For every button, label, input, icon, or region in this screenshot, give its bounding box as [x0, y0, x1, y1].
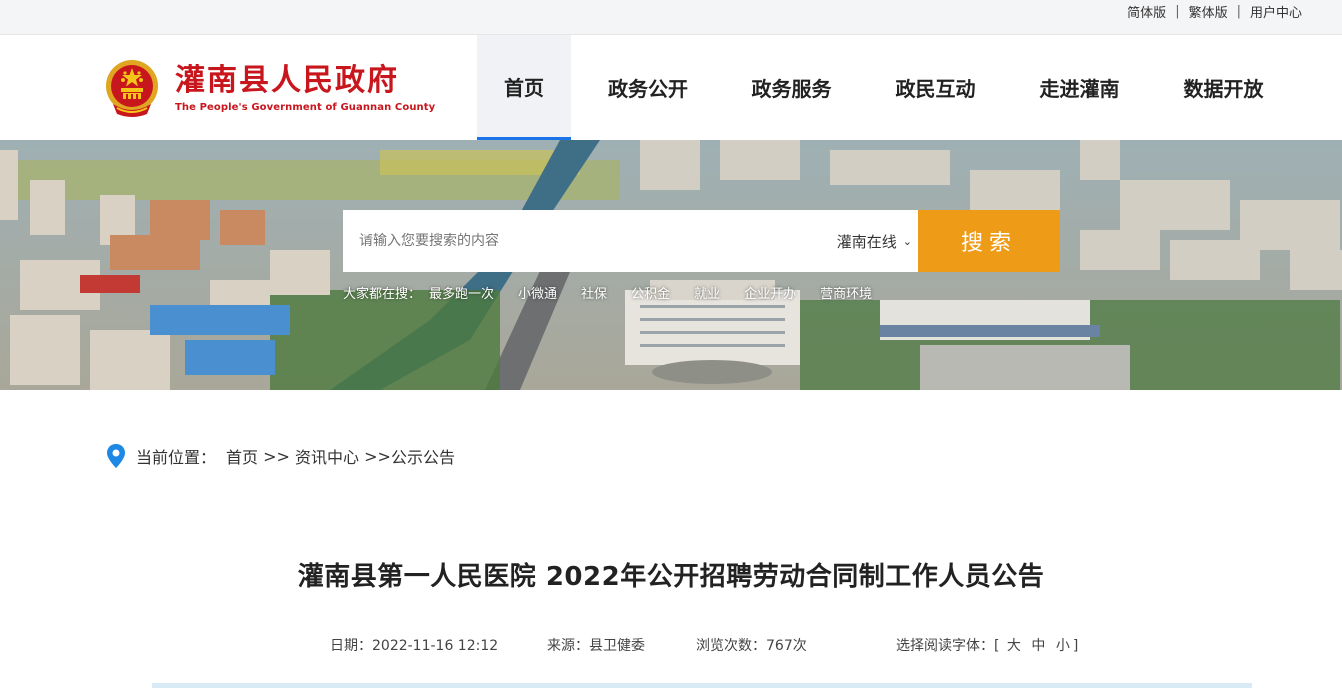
font-size-small[interactable]: 小	[1056, 638, 1070, 654]
divider: |	[1175, 4, 1180, 19]
logo-text: 灌南县人民政府 The People's Government of Guann…	[175, 62, 436, 113]
search-icon	[344, 211, 369, 236]
breadcrumb-home-link[interactable]: 首页	[226, 444, 258, 468]
article-date: 日期：2022-11-16 12:12	[330, 638, 499, 654]
hot-search-link[interactable]: 就业	[694, 283, 720, 302]
font-size-label: 选择阅读字体：	[896, 638, 994, 654]
divider: |	[1236, 4, 1241, 19]
nav-item-public-interaction[interactable]: 政民互动	[858, 35, 1013, 140]
site-name-english: The People's Government of Guannan Count…	[175, 101, 436, 113]
font-size-bracket: [	[994, 638, 1000, 654]
font-size-large[interactable]: 大	[1007, 638, 1021, 654]
traditional-chinese-link[interactable]: 繁体版	[1189, 2, 1228, 21]
breadcrumb-news-center-link[interactable]: 资讯中心	[295, 444, 359, 468]
hot-search-link[interactable]: 企业开办	[744, 283, 796, 302]
national-emblem-icon	[103, 58, 161, 118]
hot-search-link[interactable]: 小微通	[518, 283, 557, 302]
search-scope-value: 灌南在线	[836, 232, 897, 251]
nav-item-about-guannan[interactable]: 走进灌南	[1013, 35, 1146, 140]
nav-item-open-data[interactable]: 数据开放	[1146, 35, 1301, 140]
article-views: 浏览次数：767次	[696, 638, 807, 654]
site-logo[interactable]: 灌南县人民政府 The People's Government of Guann…	[103, 58, 435, 118]
search-input[interactable]	[343, 210, 813, 272]
font-size-selector: 选择阅读字体：[ 大 中 小]	[896, 635, 1078, 655]
breadcrumb-separator: >>	[359, 446, 391, 466]
hot-search-link[interactable]: 公积金	[631, 283, 670, 302]
hot-search-link[interactable]: 最多跑一次	[429, 283, 494, 302]
font-size-bracket: ]	[1072, 638, 1079, 654]
nav-item-government-services[interactable]: 政务服务	[725, 35, 858, 140]
topbar-links: 简体版 | 繁体版 | 用户中心	[1127, 2, 1302, 21]
site-name: 灌南县人民政府	[175, 62, 399, 98]
nav-item-government-affairs-disclosure[interactable]: 政务公开	[571, 35, 725, 140]
main-nav: 首页 政务公开 政务服务 政民互动 走进灌南 数据开放	[477, 35, 1301, 140]
nav-item-home[interactable]: 首页	[477, 35, 571, 140]
search-button-label: 搜索	[960, 231, 1017, 256]
hot-search-link[interactable]: 社保	[581, 283, 607, 302]
article-source: 来源：县卫健委	[547, 638, 645, 654]
simplified-chinese-link[interactable]: 简体版	[1127, 2, 1166, 21]
article-title: 灌南县第一人民医院 2022年公开招聘劳动合同制工作人员公告	[297, 562, 1045, 592]
hot-search-link[interactable]: 营商环境	[820, 283, 872, 302]
search-scope-select[interactable]: 灌南在线 ⌄	[813, 210, 918, 272]
top-utility-bar: 简体版 | 繁体版 | 用户中心	[0, 0, 1342, 35]
font-size-medium[interactable]: 中	[1031, 638, 1045, 654]
hot-searches-label: 大家都在搜：	[343, 287, 422, 302]
user-center-link[interactable]: 用户中心	[1250, 2, 1302, 21]
breadcrumb-notices-link[interactable]: 公示公告	[391, 444, 455, 468]
chevron-down-icon: ⌄	[902, 234, 912, 248]
site-header: 灌南县人民政府 The People's Government of Guann…	[0, 35, 1342, 140]
location-pin-icon	[107, 444, 125, 468]
breadcrumb-label: 当前位置：	[136, 448, 217, 467]
article-meta: 日期：2022-11-16 12:12 来源：县卫健委 浏览次数：767次 选择…	[330, 635, 1078, 655]
search-bar: 灌南在线 ⌄ 搜索	[343, 210, 1060, 272]
breadcrumb-separator: >>	[258, 446, 296, 466]
city-banner: 灌南在线 ⌄ 搜索 大家都在搜： 最多跑一次 小微通 社保 公积金 就业 企业开…	[0, 140, 1342, 390]
search-button[interactable]: 搜索	[344, 210, 1060, 272]
hot-searches: 大家都在搜： 最多跑一次 小微通 社保 公积金 就业 企业开办 营商环境	[343, 283, 896, 302]
breadcrumb: 当前位置： 首页 >> 资讯中心 >> 公示公告	[106, 443, 455, 469]
content-divider	[152, 683, 1252, 688]
